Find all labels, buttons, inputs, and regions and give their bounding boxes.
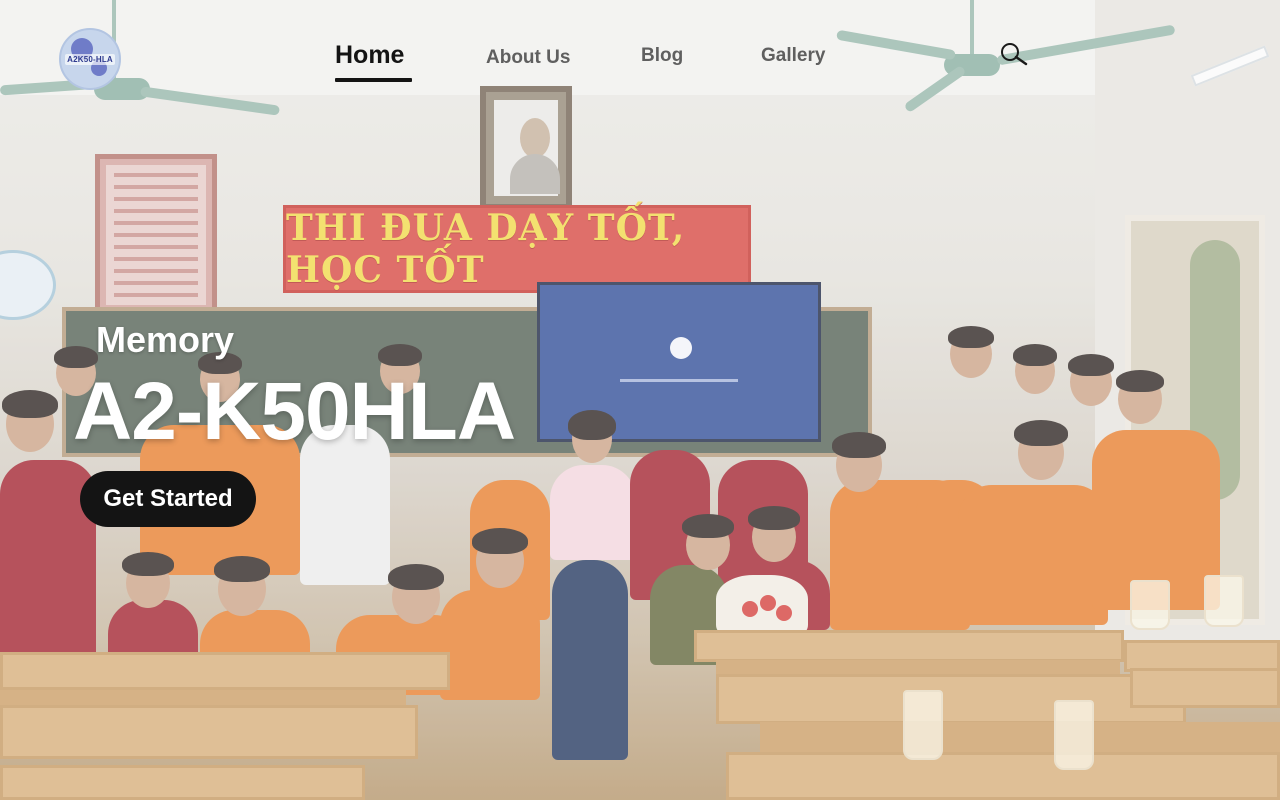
nav-blog-link[interactable]: Blog <box>641 45 683 67</box>
site-logo[interactable]: A2K50-HLA <box>59 28 121 90</box>
search-icon[interactable] <box>999 42 1029 68</box>
nav-gallery-link[interactable]: Gallery <box>761 45 825 67</box>
nav-home-link[interactable]: Home <box>335 41 404 70</box>
active-nav-underline <box>335 78 412 82</box>
hero-title: A2-K50HLA <box>73 366 516 457</box>
logo-text: A2K50-HLA <box>65 53 115 65</box>
hero-eyebrow: Memory <box>96 319 235 360</box>
nav-about-us-link[interactable]: About Us <box>486 47 570 69</box>
get-started-button[interactable]: Get Started <box>80 471 256 527</box>
